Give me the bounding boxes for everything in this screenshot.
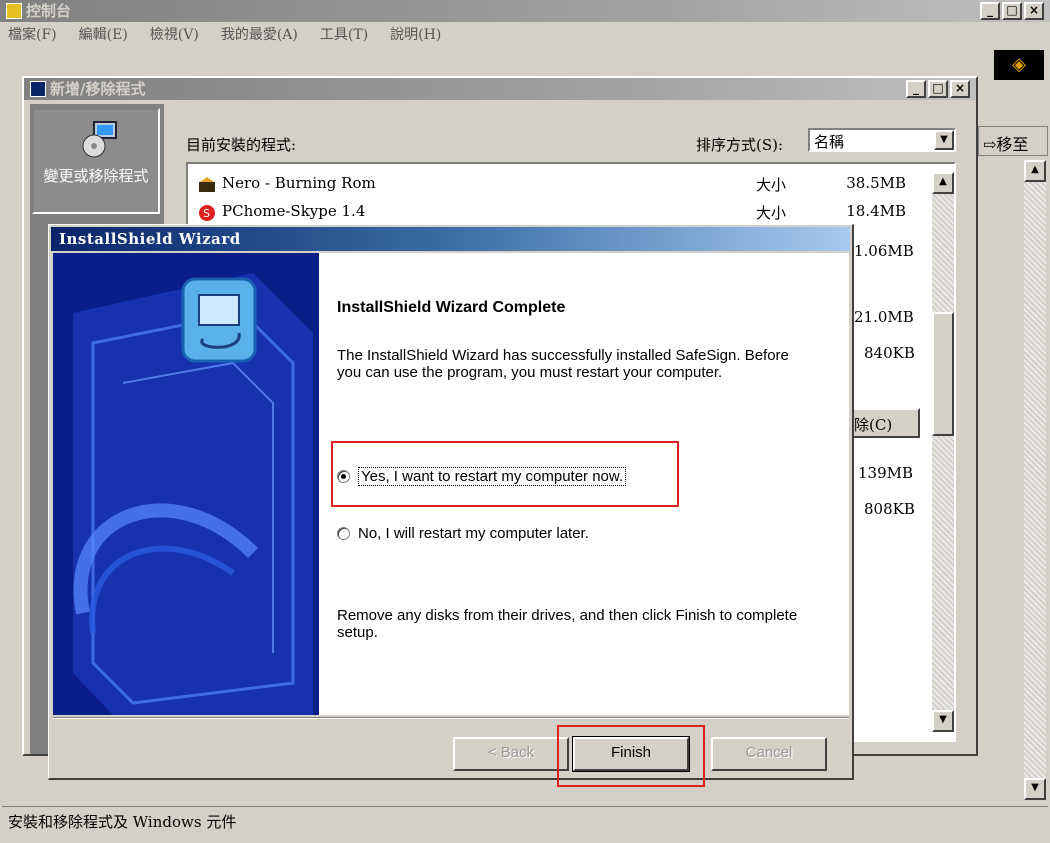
program-size: 1.06MB [854, 242, 914, 260]
scroll-up-icon[interactable]: ▲ [1024, 160, 1046, 182]
wizard-heading: InstallShield Wizard Complete [337, 299, 566, 316]
program-size-label: 大小 [756, 204, 787, 222]
svg-text:S: S [203, 207, 210, 220]
sort-value: 名稱 [814, 133, 845, 151]
wizard-content-panel: InstallShield Wizard Complete The Instal… [319, 253, 849, 715]
restart-later-label[interactable]: No, I will restart my computer later. [358, 525, 589, 542]
menu-bar: 檔案(F) 編輯(E) 檢視(V) 我的最愛(A) 工具(T) 說明(H) [8, 24, 441, 44]
sort-label: 排序方式(S): [696, 136, 784, 154]
minimize-button[interactable]: _ [980, 2, 1000, 20]
installshield-graphic-icon [53, 253, 319, 715]
menu-favorites[interactable]: 我的最愛(A) [221, 24, 298, 44]
cd-computer-icon [82, 121, 117, 158]
windows-logo-icon: ◈ [994, 50, 1044, 80]
menu-tools[interactable]: 工具(T) [320, 24, 368, 44]
nero-icon [199, 177, 215, 192]
change-remove-programs-button[interactable]: 變更或移除程式 [32, 108, 160, 214]
remove-disks-text: Remove any disks from their drives, and … [337, 607, 798, 641]
maximize-button[interactable]: □ [1002, 2, 1022, 20]
back-button[interactable]: < Back [453, 737, 569, 771]
program-size: 139MB [858, 464, 914, 482]
control-panel-titlebar[interactable]: 控制台 _ □ × [0, 0, 1050, 22]
skype-icon: S [199, 205, 215, 221]
list-item[interactable]: Nero - Burning Rom 大小 38.5MB [196, 174, 936, 196]
program-size: 18.4MB [846, 202, 906, 220]
menu-file[interactable]: 檔案(F) [8, 24, 57, 44]
list-vertical-scrollbar[interactable]: ▲ ▼ [932, 172, 954, 732]
scroll-up-icon[interactable]: ▲ [932, 172, 954, 194]
program-size-label: 大小 [756, 176, 787, 194]
program-size: 808KB [864, 500, 915, 518]
list-item[interactable]: S PChome-Skype 1.4 大小 18.4MB [196, 202, 936, 224]
close-button[interactable]: × [1024, 2, 1044, 20]
wizard-separator [53, 717, 849, 719]
control-panel-icon [6, 3, 22, 19]
close-button[interactable]: × [950, 80, 970, 98]
change-remove-label: 變更或移除程式 [43, 167, 149, 185]
radio-restart-later[interactable] [337, 527, 350, 540]
menu-view[interactable]: 檢視(V) [150, 24, 199, 44]
program-name: PChome-Skype 1.4 [222, 202, 366, 220]
scroll-down-icon[interactable]: ▼ [1024, 778, 1046, 800]
chevron-down-icon[interactable]: ▼ [934, 130, 954, 150]
control-panel-title: 控制台 [26, 2, 72, 20]
installshield-wizard-dialog: InstallShield Wizard InstallShield Wizar… [48, 224, 854, 787]
program-name: Nero - Burning Rom [222, 174, 376, 192]
minimize-button[interactable]: _ [906, 80, 926, 98]
scroll-thumb[interactable] [932, 312, 954, 436]
sort-select[interactable]: 名稱 ▼ [808, 128, 956, 152]
program-size: 21.0MB [854, 308, 914, 326]
wizard-title: InstallShield Wizard [59, 230, 241, 248]
status-bar: 安裝和移除程式及 Windows 元件 [2, 806, 1048, 832]
wizard-side-graphic [53, 253, 319, 715]
program-size: 38.5MB [846, 174, 906, 192]
cancel-button[interactable]: Cancel [711, 737, 827, 771]
maximize-button[interactable]: □ [928, 80, 948, 98]
go-button[interactable]: ⇨移至 [978, 126, 1048, 156]
status-text: 安裝和移除程式及 Windows 元件 [8, 813, 237, 831]
menu-edit[interactable]: 編輯(E) [79, 24, 128, 44]
wizard-description: The InstallShield Wizard has successfull… [337, 347, 789, 381]
add-remove-titlebar[interactable]: 新增/移除程式 _ □ × [24, 78, 976, 100]
installed-programs-label: 目前安裝的程式: [186, 136, 297, 154]
go-arrow-icon: ⇨ [983, 135, 997, 154]
highlight-annotation [557, 725, 705, 787]
wizard-titlebar[interactable]: InstallShield Wizard [51, 227, 850, 251]
scroll-down-icon[interactable]: ▼ [932, 710, 954, 732]
add-remove-icon [30, 81, 46, 97]
restart-now-label[interactable]: Yes, I want to restart my computer now. [358, 467, 627, 486]
program-size: 840KB [864, 344, 915, 362]
menu-help[interactable]: 說明(H) [390, 24, 441, 44]
add-remove-title: 新增/移除程式 [50, 80, 146, 98]
restart-now-option[interactable]: Yes, I want to restart my computer now. [337, 467, 627, 486]
outer-vertical-scrollbar[interactable]: ▲ ▼ [1024, 160, 1046, 800]
go-label: 移至 [996, 135, 1029, 154]
remove-button[interactable]: 除(C) [846, 408, 920, 438]
radio-restart-now[interactable] [337, 470, 350, 483]
restart-later-option[interactable]: No, I will restart my computer later. [337, 525, 589, 542]
